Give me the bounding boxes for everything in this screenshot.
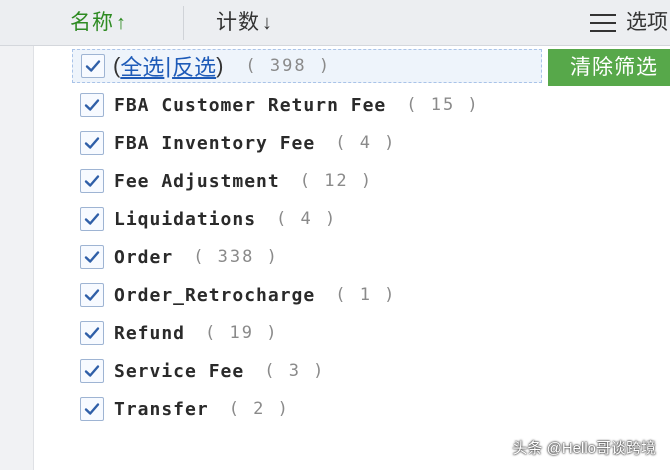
item-checkbox[interactable]: [80, 283, 104, 307]
checkmark-icon: [85, 60, 101, 72]
item-count: ( 2 ): [228, 399, 290, 419]
checkmark-icon: [84, 289, 100, 301]
filter-list-item[interactable]: Liquidations ( 4 ): [80, 200, 530, 238]
item-count: ( 19 ): [205, 323, 279, 343]
checkmark-icon: [84, 251, 100, 263]
item-count: ( 12 ): [299, 171, 374, 191]
item-label: Order: [114, 246, 174, 268]
filter-list-item[interactable]: FBA Inventory Fee ( 4 ): [80, 124, 530, 162]
item-count: ( 15 ): [406, 95, 480, 115]
invert-selection-link[interactable]: 反选: [172, 50, 216, 82]
total-count: ( 398 ): [245, 56, 332, 76]
item-checkbox[interactable]: [80, 169, 104, 193]
sort-ascending-icon: ↑: [116, 12, 127, 34]
select-all-checkbox[interactable]: [81, 54, 105, 78]
checkmark-icon: [84, 327, 100, 339]
sort-by-count-header[interactable]: 计数 ↓: [216, 8, 273, 38]
item-count: ( 4 ): [335, 133, 397, 153]
open-paren: (: [113, 53, 121, 78]
filter-list-item[interactable]: Fee Adjustment ( 12 ): [80, 162, 530, 200]
options-menu-button[interactable]: 选项: [590, 8, 668, 38]
filter-list-item[interactable]: Transfer ( 2 ): [80, 390, 530, 428]
filter-list-item[interactable]: Refund ( 19 ): [80, 314, 530, 352]
item-label: FBA Inventory Fee: [114, 132, 316, 154]
clear-filter-button[interactable]: 清除筛选: [548, 49, 670, 86]
menu-icon: [590, 14, 616, 32]
item-label: Liquidations: [114, 208, 257, 230]
filter-value-list: FBA Customer Return Fee ( 15 ) FBA Inven…: [80, 86, 530, 428]
select-all-link[interactable]: 全选: [120, 50, 164, 82]
filter-list-item[interactable]: Order_Retrocharge ( 1 ): [80, 276, 530, 314]
filter-list-item[interactable]: Service Fee ( 3 ): [80, 352, 530, 390]
item-label: Transfer: [114, 398, 209, 420]
item-checkbox[interactable]: [80, 131, 104, 155]
checkmark-icon: [84, 99, 100, 111]
link-separator: |: [165, 53, 172, 78]
select-all-row: ( 全选 | 反选 ) ( 398 ): [72, 49, 542, 83]
filter-list-item[interactable]: FBA Customer Return Fee ( 15 ): [80, 86, 530, 124]
checkmark-icon: [84, 213, 100, 225]
item-count: ( 3 ): [264, 361, 326, 381]
item-count: ( 1 ): [335, 285, 397, 305]
item-label: Fee Adjustment: [114, 170, 280, 192]
checkmark-icon: [84, 137, 100, 149]
item-checkbox[interactable]: [80, 207, 104, 231]
left-gutter: [0, 46, 34, 470]
checkmark-icon: [84, 365, 100, 377]
item-label: Refund: [114, 322, 186, 344]
options-label: 选项: [626, 11, 668, 34]
header-divider: [183, 6, 184, 40]
item-checkbox[interactable]: [80, 321, 104, 345]
close-paren: ): [216, 53, 224, 78]
filter-list-item[interactable]: Order ( 338 ): [80, 238, 530, 276]
item-checkbox[interactable]: [80, 397, 104, 421]
item-checkbox[interactable]: [80, 359, 104, 383]
checkmark-icon: [84, 403, 100, 415]
select-all-controls: ( 全选 | 反选 ): [113, 50, 223, 82]
item-checkbox[interactable]: [80, 245, 104, 269]
filter-panel: 名称 ↑ 计数 ↓ 选项 ( 全选 | 反选 ) (398) 清除筛选 FB…: [0, 0, 670, 470]
item-label: FBA Customer Return Fee: [114, 94, 387, 116]
item-label: Service Fee: [114, 360, 245, 382]
item-checkbox[interactable]: [80, 93, 104, 117]
sort-descending-icon: ↓: [262, 12, 273, 34]
item-count: ( 4 ): [276, 209, 338, 229]
item-label: Order_Retrocharge: [114, 284, 316, 306]
column-header-bar: 名称 ↑ 计数 ↓ 选项: [0, 0, 670, 46]
item-count: ( 338 ): [193, 247, 279, 267]
name-header-label: 名称: [70, 11, 114, 34]
count-header-label: 计数: [216, 11, 260, 34]
checkmark-icon: [84, 175, 100, 187]
sort-by-name-header[interactable]: 名称 ↑: [70, 8, 127, 38]
watermark: 头条 @Hello哥谈跨境: [512, 440, 656, 457]
